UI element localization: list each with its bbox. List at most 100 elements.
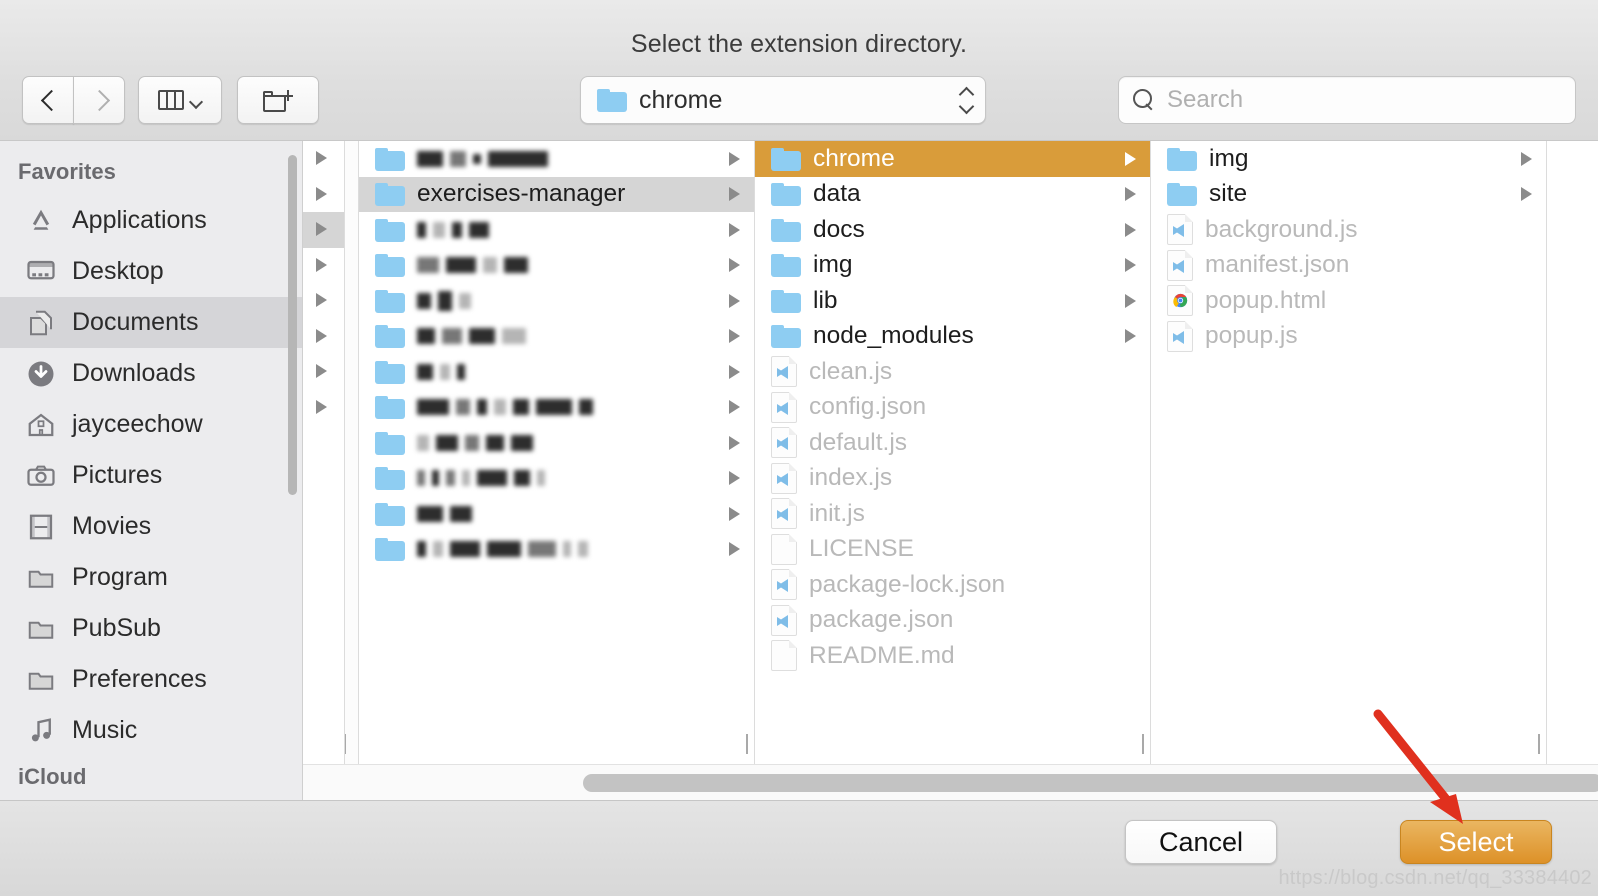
disclosure-triangle-icon [1125,187,1136,202]
list-item-label: init.js [809,499,865,527]
sidebar-item-label: Program [72,563,168,591]
folder-icon [375,289,405,313]
forward-button[interactable] [73,76,125,124]
list-item-default-js[interactable]: default.js [755,425,1150,461]
disclosure-row[interactable] [303,212,344,248]
list-item-label: config.json [809,393,927,421]
disclosure-triangle-icon [729,222,740,237]
list-item-label: chrome [813,144,895,172]
sidebar-scrollbar[interactable] [288,155,297,495]
sidebar-item-desktop[interactable]: Desktop [0,246,302,297]
sidebar-item-program[interactable]: Program [0,552,302,603]
column-resize-grip[interactable] [345,733,358,755]
cancel-button[interactable]: Cancel [1125,820,1277,864]
list-item-init-js[interactable]: init.js [755,496,1150,532]
column-resize-grip[interactable] [1142,733,1150,755]
list-item[interactable] [359,141,754,177]
disclosure-row[interactable] [303,354,344,390]
list-item-readme-md[interactable]: README.md [755,638,1150,674]
back-button[interactable] [22,76,74,124]
list-item-config-json[interactable]: config.json [755,390,1150,426]
disclosure-row[interactable] [303,283,344,319]
disclosure-row[interactable] [303,390,344,426]
list-item[interactable] [359,496,754,532]
list-item-license[interactable]: LICENSE [755,532,1150,568]
sidebar-item-label: Movies [72,512,152,540]
list-item-background-js[interactable]: background.js [1151,212,1546,248]
list-item[interactable] [359,248,754,284]
plain-file-icon [771,533,797,565]
browser-column-2[interactable]: chrome data docs img lib node_modules cl… [755,141,1151,765]
disclosure-triangle-icon [729,435,740,450]
list-item-package-lock-json[interactable]: package-lock.json [755,567,1150,603]
list-item[interactable] [359,319,754,355]
sidebar-item-applications[interactable]: Applications [0,195,302,246]
list-item-node-modules[interactable]: node_modules [755,319,1150,355]
list-item-data[interactable]: data [755,177,1150,213]
list-item-popup-js[interactable]: popup.js [1151,319,1546,355]
sidebar-item-downloads[interactable]: Downloads [0,348,302,399]
folder-icon [375,502,405,526]
browser-column-3[interactable]: img site background.js manifest.json pop… [1151,141,1547,765]
list-item-site[interactable]: site [1151,177,1546,213]
disclosure-row[interactable] [303,177,344,213]
select-button[interactable]: Select [1400,820,1552,864]
list-item[interactable] [359,532,754,568]
disclosure-triangle-icon [729,400,740,415]
list-item-label: lib [813,286,838,314]
list-item-docs[interactable]: docs [755,212,1150,248]
sidebar-item-home[interactable]: jayceechow [0,399,302,450]
path-popup-button[interactable]: chrome [580,76,986,124]
list-item-label: package.json [809,606,954,634]
code-file-icon [771,569,797,601]
code-file-icon [771,462,797,494]
browser-column-arrows[interactable] [303,141,345,765]
sidebar[interactable]: Favorites Applications Desktop Documents [0,141,303,800]
disclosure-row[interactable] [303,248,344,284]
sidebar-item-documents[interactable]: Documents [0,297,302,348]
list-item[interactable] [359,390,754,426]
list-item-label: index.js [809,464,893,492]
list-item[interactable] [359,212,754,248]
sidebar-item-pictures[interactable]: Pictures [0,450,302,501]
view-mode-button[interactable] [138,76,222,124]
disclosure-row[interactable] [303,319,344,355]
stepper-updown-icon[interactable] [959,85,975,115]
column-resize-grip[interactable] [746,733,754,755]
applications-icon [26,206,56,236]
column-resize-grip[interactable] [1538,733,1546,755]
list-item-lib[interactable]: lib [755,283,1150,319]
list-item-img[interactable]: img [755,248,1150,284]
horizontal-scrollbar[interactable] [303,764,1598,800]
sidebar-item-pubsub[interactable]: PubSub [0,603,302,654]
list-item-clean-js[interactable]: clean.js [755,354,1150,390]
sidebar-item-movies[interactable]: Movies [0,501,302,552]
folder-icon [771,147,801,171]
list-item-manifest-json[interactable]: manifest.json [1151,248,1546,284]
chevron-right-icon [93,89,106,111]
list-item-index-js[interactable]: index.js [755,461,1150,497]
sidebar-item-preferences[interactable]: Preferences [0,654,302,705]
list-item-popup-html[interactable]: popup.html [1151,283,1546,319]
disclosure-row[interactable] [303,141,344,177]
list-item[interactable] [359,283,754,319]
sidebar-item-label: Applications [72,206,207,234]
browser-column-1[interactable]: exercises-manager [359,141,755,765]
column-divider-1[interactable] [345,141,359,765]
search-input[interactable]: Search [1118,76,1576,124]
file-picker-dialog: Select the extension directory. chrome S… [0,0,1598,896]
list-item[interactable] [359,425,754,461]
list-item-exercises-manager[interactable]: exercises-manager [359,176,754,212]
list-item-chrome[interactable]: chrome [755,141,1150,177]
list-item[interactable] [359,354,754,390]
list-item-package-json[interactable]: package.json [755,603,1150,639]
search-icon [1133,89,1155,111]
new-folder-button[interactable] [237,76,319,124]
music-icon [26,716,56,746]
list-item-label: package-lock.json [809,570,1006,598]
horizontal-scrollbar-thumb[interactable] [583,774,1598,792]
list-item-img[interactable]: img [1151,141,1546,177]
sidebar-item-music[interactable]: Music [0,705,302,756]
folder-icon [375,360,405,384]
list-item[interactable] [359,461,754,497]
